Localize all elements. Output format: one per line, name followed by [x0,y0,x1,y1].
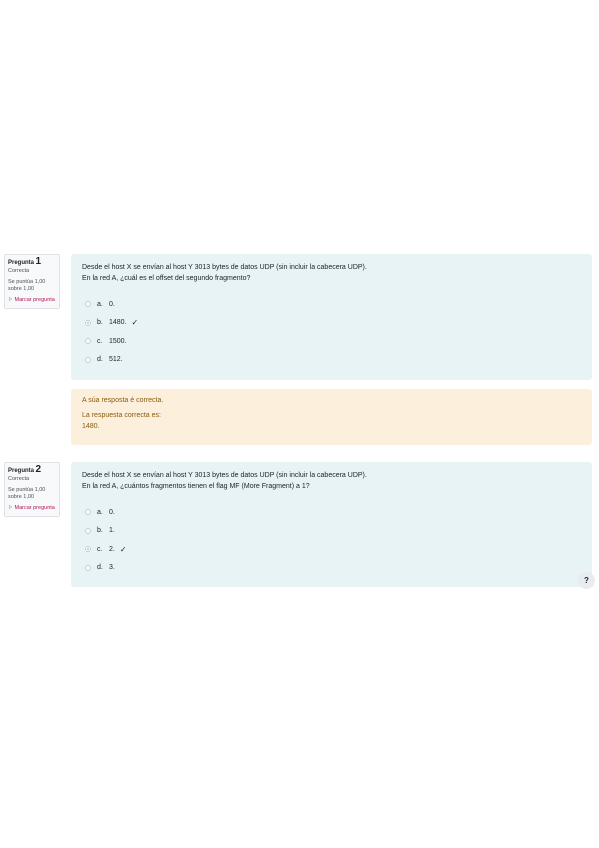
answer-letter: c. [97,337,103,345]
question-mark-icon: ? [584,576,589,585]
answer-letter: a. [97,300,103,308]
answer-option-d[interactable]: d. 512. [82,351,581,370]
answer-text: 1. [109,527,115,535]
radio-button[interactable] [85,301,91,308]
question-number: 2 [35,464,42,475]
radio-button[interactable] [85,338,91,345]
correct-answer-value: 1480. [82,423,100,430]
answer-text: 0. [109,508,115,516]
answer-letter: d. [97,356,103,364]
question-text: Desde el host X se envían al host Y 3013… [82,262,581,284]
question-1-feedback: A súa resposta é correcta. La respuesta … [71,389,592,445]
question-text-line: Desde el host X se envían al host Y 3013… [82,472,367,479]
flag-icon: ⚐ [8,505,13,511]
answer-option-c[interactable]: c. 2. ✓ [82,540,581,559]
question-label: Pregunta [8,468,35,474]
answer-letter: a. [97,508,103,516]
flag-question-link[interactable]: ⚐ Marcar pregunta [8,297,56,304]
answer-text: 3. [109,564,115,572]
answer-text: 1500. [109,337,127,345]
question-number: 1 [35,256,42,267]
question-1-info: Pregunta 1 Correcta Se puntúa 1,00 sobre… [4,254,60,309]
check-icon: ✓ [131,318,139,328]
answer-option-b[interactable]: b. 1480. ✓ [82,314,581,333]
answer-text: 1480. [109,319,127,327]
radio-button[interactable] [85,527,91,534]
answer-text: 0. [109,300,115,308]
question-text-line: Desde el host X se envían al host Y 3013… [82,264,367,271]
answer-option-b[interactable]: b. 1. [82,522,581,541]
check-icon: ✓ [119,544,127,554]
flag-question-label: Marcar pregunta [14,297,55,303]
question-label: Pregunta [8,260,35,266]
answer-letter: b. [97,527,103,535]
answer-option-a[interactable]: a. 0. [82,503,581,522]
help-button[interactable]: ? [578,572,595,589]
radio-button[interactable] [85,564,91,571]
radio-button-selected[interactable] [85,319,91,326]
radio-button-selected[interactable] [85,546,91,553]
answer-letter: c. [97,545,103,553]
radio-button[interactable] [85,509,91,516]
answer-text: 2. [109,545,115,553]
answer-list: a. 0. b. 1. c. 2. ✓ d. 3. [82,503,581,577]
question-2-info: Pregunta 2 Correcta Se puntúa 1,00 sobre… [4,462,60,517]
answer-text: 512. [109,356,123,364]
question-text-line: En la red A, ¿cuántos fragmentos tienen … [82,483,310,490]
question-state: Correcta [8,268,30,274]
feedback-status: A súa resposta é correcta. [82,397,164,404]
answer-list: a. 0. b. 1480. ✓ c. 1500. d. 512. [82,295,581,369]
answer-option-d[interactable]: d. 3. [82,559,581,578]
question-2-formulation: Desde el host X se envían al host Y 3013… [71,462,592,587]
question-grade: Se puntúa 1,00 sobre 1,00 [8,279,46,292]
question-text-line: En la red A, ¿cuál es el offset del segu… [82,275,251,282]
flag-icon: ⚐ [8,297,13,303]
radio-button[interactable] [85,356,91,363]
answer-letter: d. [97,564,103,572]
question-2-title: Pregunta 2 [8,464,56,475]
question-text: Desde el host X se envían al host Y 3013… [82,470,581,492]
answer-option-c[interactable]: c. 1500. [82,332,581,351]
answer-option-a[interactable]: a. 0. [82,295,581,314]
question-1-title: Pregunta 1 [8,256,56,267]
flag-question-link[interactable]: ⚐ Marcar pregunta [8,505,56,512]
question-grade: Se puntúa 1,00 sobre 1,00 [8,487,46,500]
flag-question-label: Marcar pregunta [14,505,55,511]
question-state: Correcta [8,476,30,482]
correct-answer-label: La respuesta correcta es: [82,412,161,419]
answer-letter: b. [97,319,103,327]
question-1-formulation: Desde el host X se envían al host Y 3013… [71,254,592,380]
